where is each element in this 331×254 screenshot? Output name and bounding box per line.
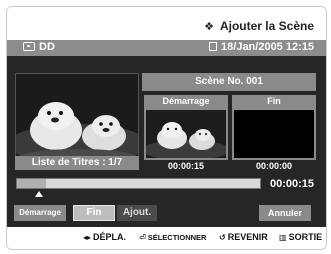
scene-end-label: Fin bbox=[232, 95, 316, 108]
exit-hint-label: SORTIE bbox=[288, 232, 323, 242]
exit-hint: ▥ SORTIE bbox=[279, 232, 322, 242]
title-preview[interactable] bbox=[15, 73, 139, 169]
scene-end-panel[interactable]: Fin 00:00:00 bbox=[232, 95, 316, 173]
move-hint: ◂▸ DÉPLA. bbox=[83, 232, 126, 242]
move-hint-label: DÉPLA. bbox=[93, 232, 127, 242]
scene-start-thumbnail bbox=[144, 108, 228, 160]
datetime-indicator: 18/Jan/2005 12:15 bbox=[209, 41, 314, 53]
disc-indicator: DD bbox=[23, 41, 55, 53]
back-hint: ↺ REVENIR bbox=[219, 232, 268, 242]
demarrage-button[interactable]: Démarrage bbox=[14, 205, 66, 221]
screen: ❖ Ajouter la Scène DD 18/Jan/2005 12:15 bbox=[6, 6, 327, 250]
exit-icon: ▥ bbox=[279, 233, 287, 242]
page-title-text: Ajouter la Scène bbox=[219, 19, 314, 33]
footer-hints: ◂▸ DÉPLA. ⏎ SÉLECTIONNER ↺ REVENIR ▥ SORTIE bbox=[7, 227, 326, 249]
title-area: ❖ Ajouter la Scène bbox=[7, 7, 326, 40]
fin-button[interactable]: Fin bbox=[73, 205, 115, 221]
select-hint-label: SÉLECTIONNER bbox=[147, 233, 207, 242]
otters-thumbnail bbox=[146, 110, 226, 158]
scene-end-thumbnail bbox=[232, 108, 316, 160]
status-bar: DD 18/Jan/2005 12:15 bbox=[7, 40, 326, 56]
document-icon bbox=[209, 42, 218, 51]
progress-bar[interactable] bbox=[16, 178, 261, 189]
ajout-button[interactable]: Ajout. bbox=[117, 205, 157, 221]
title-list-label: Liste de Titres : 1/7 bbox=[15, 156, 139, 170]
select-hint: ⏎ SÉLECTIONNER bbox=[139, 232, 206, 242]
progress-fill bbox=[17, 179, 47, 188]
datetime-label: 18/Jan/2005 12:15 bbox=[221, 41, 314, 53]
scene-end-time: 00:00:00 bbox=[255, 161, 293, 171]
disc-type-label: DD bbox=[39, 41, 55, 53]
scene-start-panel[interactable]: Démarrage 00:00:15 bbox=[144, 95, 228, 173]
scene-number: Scène No. 001 bbox=[142, 73, 316, 91]
back-hint-label: REVENIR bbox=[227, 232, 268, 242]
scene-start-label: Démarrage bbox=[144, 95, 228, 108]
annuler-button[interactable]: Annuler bbox=[259, 205, 311, 221]
enter-icon: ⏎ bbox=[139, 233, 146, 242]
otters-image bbox=[16, 74, 138, 168]
position-marker-icon bbox=[35, 191, 43, 197]
current-time: 00:00:15 bbox=[269, 178, 314, 190]
page-title: ❖ Ajouter la Scène bbox=[204, 19, 314, 33]
disc-icon bbox=[23, 42, 35, 51]
left-right-arrows-icon: ◂▸ bbox=[83, 233, 92, 242]
diamond-icon: ❖ bbox=[204, 21, 214, 33]
return-arrow-icon: ↺ bbox=[219, 233, 226, 242]
scene-start-time: 00:00:15 bbox=[167, 161, 205, 171]
editor-body: Liste de Titres : 1/7 Scène No. 001 Déma… bbox=[7, 56, 326, 227]
